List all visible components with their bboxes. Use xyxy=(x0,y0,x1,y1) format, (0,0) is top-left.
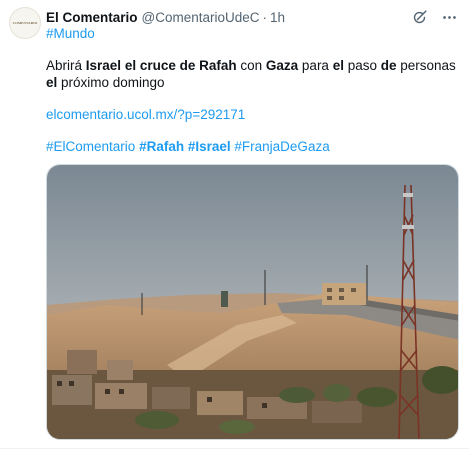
article-link[interactable]: elcomentario.ucol.mx/?p=292171 xyxy=(46,107,245,122)
tweet-header: El Comentario @ComentarioUdeC · 1h xyxy=(46,8,459,26)
grok-icon[interactable] xyxy=(409,7,429,27)
more-icon[interactable] xyxy=(439,7,459,27)
timestamp[interactable]: 1h xyxy=(270,10,285,25)
tweet-photo[interactable] xyxy=(46,164,459,440)
display-name[interactable]: El Comentario xyxy=(46,10,138,25)
hashtag-link[interactable]: #Rafah xyxy=(139,139,184,154)
text-segment: con xyxy=(236,58,266,73)
hashtag-mundo[interactable]: #Mundo xyxy=(46,26,95,41)
hashtag-link[interactable]: #Israel xyxy=(188,139,231,154)
tweet[interactable]: COMENTARIO El Comentario @ComentarioUdeC… xyxy=(0,0,469,449)
text-segment: para xyxy=(298,58,333,73)
text-segment: paso xyxy=(343,58,381,73)
bold-text-segment: Israel xyxy=(85,58,122,73)
tweet-text: Abrirá Israel el cruce de Rafah con Gaza… xyxy=(46,57,456,91)
text-segment: personas xyxy=(396,58,456,73)
hashtag-link[interactable]: #ElComentario xyxy=(46,139,135,154)
avatar-logo: COMENTARIO xyxy=(12,21,38,25)
bold-text-segment: el cruce de Rafah xyxy=(124,58,237,73)
bold-text-segment: de xyxy=(380,58,397,73)
header-actions xyxy=(399,7,459,27)
user-handle[interactable]: @ComentarioUdeC xyxy=(142,10,260,25)
bold-text-segment: el xyxy=(46,75,58,90)
separator-dot: · xyxy=(262,9,268,25)
rafah-crossing-photo xyxy=(47,165,458,439)
hashtag-list: #ElComentario #Rafah #Israel #FranjaDeGa… xyxy=(46,139,330,154)
text-segment: próximo domingo xyxy=(57,75,165,90)
avatar[interactable]: COMENTARIO xyxy=(9,7,41,39)
text-segment: Abrirá xyxy=(46,58,86,73)
hashtag-link[interactable]: #FranjaDeGaza xyxy=(234,139,329,154)
bold-text-segment: el xyxy=(332,58,344,73)
bold-text-segment: Gaza xyxy=(265,58,299,73)
